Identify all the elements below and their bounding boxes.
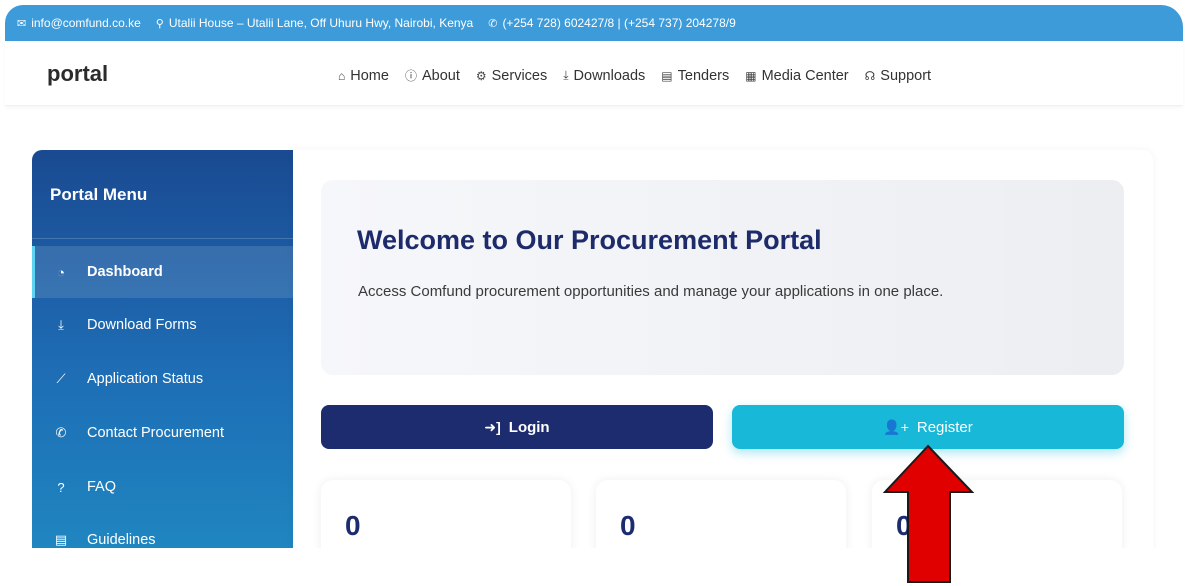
map-pin-icon: ⚲ (155, 17, 164, 30)
contact-phone[interactable]: ✆ (+254 728) 602427/8 | (+254 737) 20427… (488, 16, 736, 30)
contact-bar: ✉ info@comfund.co.ke ⚲ Utalii House – Ut… (5, 5, 1183, 41)
login-button[interactable]: ➜] Login (321, 405, 713, 449)
sidebar-title: Portal Menu (50, 185, 148, 204)
sign-in-icon: ➜] (484, 418, 501, 435)
sidebar-item-label: FAQ (87, 479, 117, 495)
phone-icon: ✆ (488, 17, 498, 30)
sidebar-item-contact-procurement[interactable]: ✆ Contact Procurement (32, 407, 293, 459)
phone-icon: ✆ (55, 425, 67, 440)
contact-email[interactable]: ✉ info@comfund.co.ke (17, 16, 141, 30)
home-icon: ⌂ (338, 68, 346, 83)
contact-phone-text: (+254 728) 602427/8 | (+254 737) 204278/… (502, 16, 736, 30)
nav-tenders[interactable]: ▤ Tenders (661, 67, 729, 84)
nav-downloads[interactable]: ⤓ Downloads (563, 67, 645, 84)
sidebar-item-label: Application Status (87, 371, 204, 387)
file-icon: ▤ (661, 68, 673, 83)
stat-value: 0 (620, 510, 636, 541)
nav-home-label: Home (350, 67, 389, 84)
nav-support[interactable]: ☊ Support (865, 67, 931, 84)
nav-media-center-label: Media Center (761, 67, 849, 84)
sidebar-item-label: Dashboard (87, 264, 163, 280)
page-title: Welcome to Our Procurement Portal (357, 225, 822, 255)
tachometer-icon: ◔ (57, 264, 65, 280)
sidebar-item-label: Contact Procurement (87, 425, 225, 441)
nav-media-center[interactable]: ▦ Media Center (745, 67, 848, 84)
sidebar-item-dashboard[interactable]: ◔ Dashboard (32, 246, 293, 298)
user-plus-icon: 👤+ (883, 418, 909, 435)
chart-line-icon: ⟋ (56, 371, 66, 386)
sidebar-item-faq[interactable]: ? FAQ (32, 461, 293, 513)
sidebar-item-label: Guidelines (87, 532, 156, 548)
welcome-banner: Welcome to Our Procurement Portal Access… (321, 180, 1124, 375)
envelope-icon: ✉ (17, 17, 27, 30)
sidebar-item-guidelines[interactable]: ▤ Guidelines (32, 514, 293, 550)
nav-support-label: Support (880, 67, 932, 84)
nav-downloads-label: Downloads (573, 67, 646, 84)
nav-tenders-label: Tenders (677, 67, 730, 84)
nav-home[interactable]: ⌂ Home (338, 67, 389, 84)
contact-address: ⚲ Utalii House – Utalii Lane, Off Uhuru … (156, 16, 473, 30)
cogs-icon: ⚙ (475, 68, 487, 83)
sidebar-item-label: Download Forms (87, 317, 197, 333)
register-button[interactable]: 👤+ Register (732, 405, 1124, 449)
login-button-label: Login (508, 418, 550, 436)
sidebar-item-download-forms[interactable]: ⤓ Download Forms (32, 299, 293, 351)
newspaper-icon: ▦ (745, 68, 757, 83)
nav-about-label: About (421, 67, 460, 84)
download-icon: ⤓ (58, 317, 64, 332)
main-content: Welcome to Our Procurement Portal Access… (293, 150, 1153, 560)
page-subtitle: Access Comfund procurement opportunities… (358, 283, 944, 300)
contact-address-text: Utalii House – Utalii Lane, Off Uhuru Hw… (168, 16, 474, 30)
contact-email-text: info@comfund.co.ke (31, 16, 141, 30)
red-arrow-annotation (882, 444, 975, 583)
download-icon: ⤓ (563, 68, 569, 82)
question-circle-icon: ? (57, 479, 65, 495)
info-icon: ⓘ (404, 69, 417, 83)
main-nav: ⌂ Home ⓘ About ⚙ Services ⤓ Downloads ▤ … (338, 67, 947, 84)
site-header: portal ⌂ Home ⓘ About ⚙ Services ⤓ Downl… (5, 41, 1183, 106)
nav-services[interactable]: ⚙ Services (476, 67, 547, 84)
register-button-label: Register (916, 418, 973, 436)
nav-about[interactable]: ⓘ About (405, 67, 460, 84)
stat-value: 0 (345, 510, 361, 541)
file-alt-icon: ▤ (54, 532, 68, 547)
headset-icon: ☊ (864, 68, 876, 83)
site-brand[interactable]: portal (47, 61, 108, 87)
nav-services-label: Services (491, 67, 548, 84)
sidebar-divider (32, 238, 293, 239)
portal-sidebar: Portal Menu ◔ Dashboard ⤓ Download Forms… (32, 150, 293, 550)
sidebar-item-application-status[interactable]: ⟋ Application Status (32, 353, 293, 405)
